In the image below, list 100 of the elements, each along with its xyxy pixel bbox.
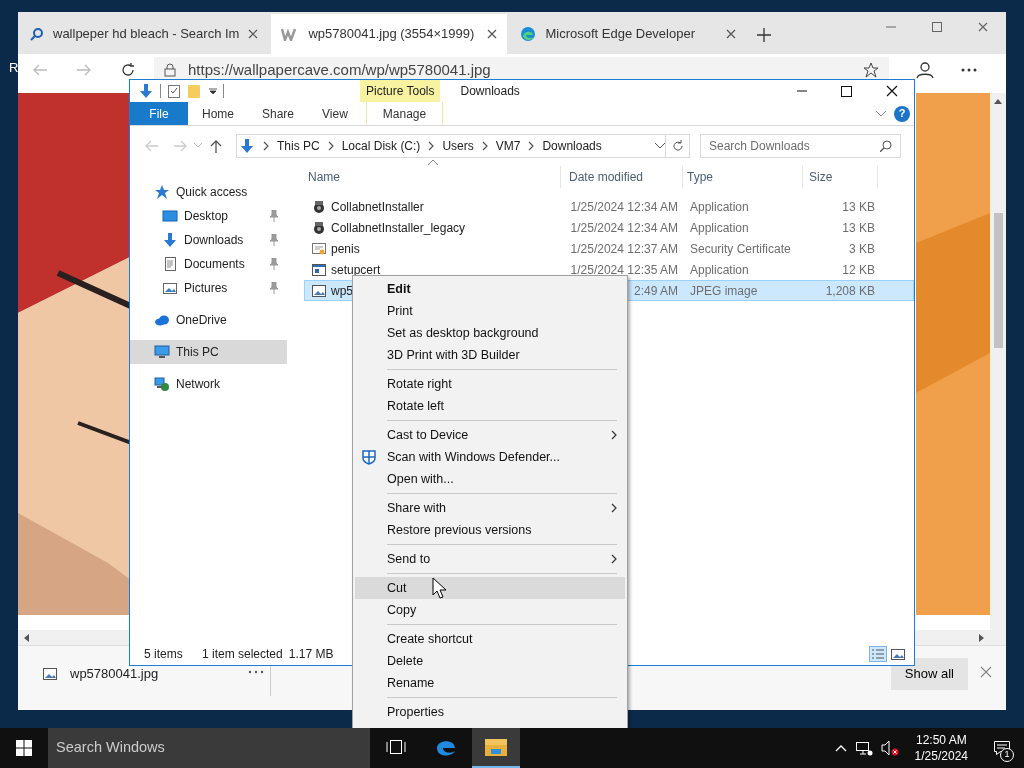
column-header[interactable]: Date modified	[561, 166, 683, 188]
menu-item[interactable]: Rotate right	[355, 373, 625, 395]
date-modified: 1/25/2024 12:37 AM	[570, 240, 678, 258]
menu-item[interactable]: Set as desktop background	[355, 322, 625, 344]
breadcrumb[interactable]: Local Disk (C:)	[341, 137, 421, 155]
sort-caret-icon	[428, 159, 438, 165]
menu-item[interactable]: Share with	[355, 497, 625, 519]
nav-item[interactable]: Network	[130, 372, 287, 396]
menu-item[interactable]: Properties	[355, 701, 625, 723]
browser-tab[interactable]: Microsoft Edge Developer	[510, 14, 747, 54]
show-hidden-icons-icon[interactable]	[834, 744, 847, 752]
menu-item[interactable]: Cut	[355, 577, 625, 599]
file-row[interactable]: CollabnetInstaller_legacy 1/25/2024 12:34 AM Application 13 KB	[304, 217, 914, 238]
column-header[interactable]: Name	[304, 166, 561, 188]
more-icon[interactable]	[248, 670, 264, 674]
scroll-right-icon[interactable]	[978, 633, 984, 642]
vertical-scrollbar[interactable]	[990, 93, 1006, 645]
breadcrumb[interactable]: Users	[442, 137, 474, 155]
menu-item[interactable]: Rotate left	[355, 395, 625, 417]
dropdown-icon[interactable]	[655, 143, 665, 149]
selection-status: 1 item selected	[202, 646, 283, 663]
taskbar-search-field[interactable]: Search Windows	[48, 728, 370, 768]
nav-item[interactable]: Quick access	[130, 180, 287, 204]
expand-ribbon-icon[interactable]	[876, 110, 886, 117]
help-button[interactable]: ?	[894, 105, 910, 122]
nav-item[interactable]: Downloads	[130, 228, 287, 252]
menu-item[interactable]: Cast to Device	[355, 424, 625, 446]
clock[interactable]: 12:50 AM 1/25/2024	[906, 731, 976, 765]
large-icons-view-icon[interactable]	[890, 647, 906, 661]
file-type: Application	[690, 198, 749, 216]
profile-icon[interactable]	[916, 61, 934, 79]
breadcrumb[interactable]: VM7	[495, 137, 521, 155]
ribbon-tab[interactable]: Share	[248, 102, 309, 125]
file-size: 1,208 KB	[825, 282, 875, 300]
menu-item[interactable]: Open with...	[355, 468, 625, 490]
menu-item[interactable]: Copy	[355, 599, 625, 621]
desktop-text: R	[9, 59, 19, 77]
close-icon[interactable]	[885, 85, 898, 97]
breadcrumb[interactable]: Downloads	[542, 137, 602, 155]
ribbon-tab[interactable]: Home	[188, 102, 248, 125]
nav-item[interactable]: Documents	[130, 252, 287, 276]
download-icon[interactable]	[138, 83, 154, 99]
nav-item[interactable]: OneDrive	[130, 308, 287, 332]
folder-icon[interactable]	[484, 737, 508, 757]
new-tab-icon[interactable]	[757, 28, 772, 42]
menu-item[interactable]: Edit	[355, 278, 625, 300]
menu-item[interactable]: 3D Print with 3D Builder	[355, 344, 625, 366]
ribbon-tab[interactable]: Manage	[365, 102, 444, 125]
file-row[interactable]: penis 1/25/2024 12:37 AM Security Certificate 3 KB	[304, 238, 914, 259]
action-center-button[interactable]: 1	[984, 728, 1020, 768]
breadcrumb[interactable]: This PC	[277, 137, 320, 155]
application-icon	[311, 261, 327, 278]
menu-item[interactable]: Create shortcut	[355, 628, 625, 650]
menu-item[interactable]: Restore previous versions	[355, 519, 625, 541]
installer-icon	[311, 219, 327, 236]
pin-icon	[269, 258, 279, 270]
favorite-star-icon[interactable]	[863, 62, 879, 78]
computer-icon	[154, 344, 170, 360]
task-view-icon[interactable]	[386, 739, 406, 755]
browser-tab[interactable]: wp5780041.jpg (3554×1999)	[271, 14, 508, 54]
download-file-name[interactable]: wp5780041.jpg	[70, 664, 159, 684]
close-icon[interactable]	[726, 29, 737, 39]
column-header[interactable]: Type	[683, 166, 803, 188]
show-all-button[interactable]: Show all	[890, 658, 968, 690]
more-icon[interactable]	[961, 68, 977, 72]
address-bar[interactable]: This PC Local Disk (C:) Users VM7 Downloads	[236, 134, 690, 158]
file-row[interactable]: CollabnetInstaller 1/25/2024 12:34 AM Application 13 KB	[304, 196, 914, 217]
properties-icon[interactable]	[167, 83, 181, 99]
menu-item[interactable]: Print	[355, 300, 625, 322]
maximize-icon[interactable]	[841, 85, 852, 97]
notification-count: 1	[1000, 748, 1014, 762]
certificate-icon	[311, 240, 327, 257]
menu-item[interactable]: Delete	[355, 650, 625, 672]
refresh-icon[interactable]	[120, 62, 136, 78]
nav-item[interactable]: Desktop	[130, 204, 287, 228]
ribbon-tab[interactable]: View	[308, 102, 362, 125]
volume-muted-icon[interactable]	[880, 740, 899, 756]
up-icon[interactable]	[210, 139, 222, 153]
browser-tab[interactable]: wallpeper hd bleach - Search Im	[20, 14, 269, 54]
close-icon[interactable]	[248, 29, 259, 39]
search-field[interactable]: Search Downloads	[700, 134, 901, 158]
network-icon[interactable]	[854, 740, 873, 756]
installer-icon	[311, 198, 327, 215]
scrollbar-thumb[interactable]	[993, 213, 1003, 348]
column-header[interactable]: Size	[803, 166, 878, 188]
ribbon-tab[interactable]: File	[130, 102, 188, 125]
nav-item[interactable]: Pictures	[130, 276, 287, 300]
file-name: wp5	[331, 282, 353, 300]
menu-item[interactable]: Send to	[355, 548, 625, 570]
file-row[interactable]: setupcert 1/25/2024 12:35 AM Application 12 KB	[304, 259, 914, 280]
menu-item[interactable]: Scan with Windows Defender...	[355, 446, 625, 468]
taskbar-button[interactable]	[472, 728, 520, 768]
close-icon[interactable]	[487, 29, 498, 39]
scroll-up-icon[interactable]	[994, 99, 1002, 105]
desktop-icon	[162, 208, 178, 224]
windows-start-icon[interactable]	[16, 740, 32, 756]
menu-item[interactable]: Rename	[355, 672, 625, 694]
nav-item[interactable]: This PC	[130, 340, 287, 364]
scroll-left-icon[interactable]	[24, 633, 30, 642]
dropdown-icon[interactable]	[209, 87, 217, 95]
